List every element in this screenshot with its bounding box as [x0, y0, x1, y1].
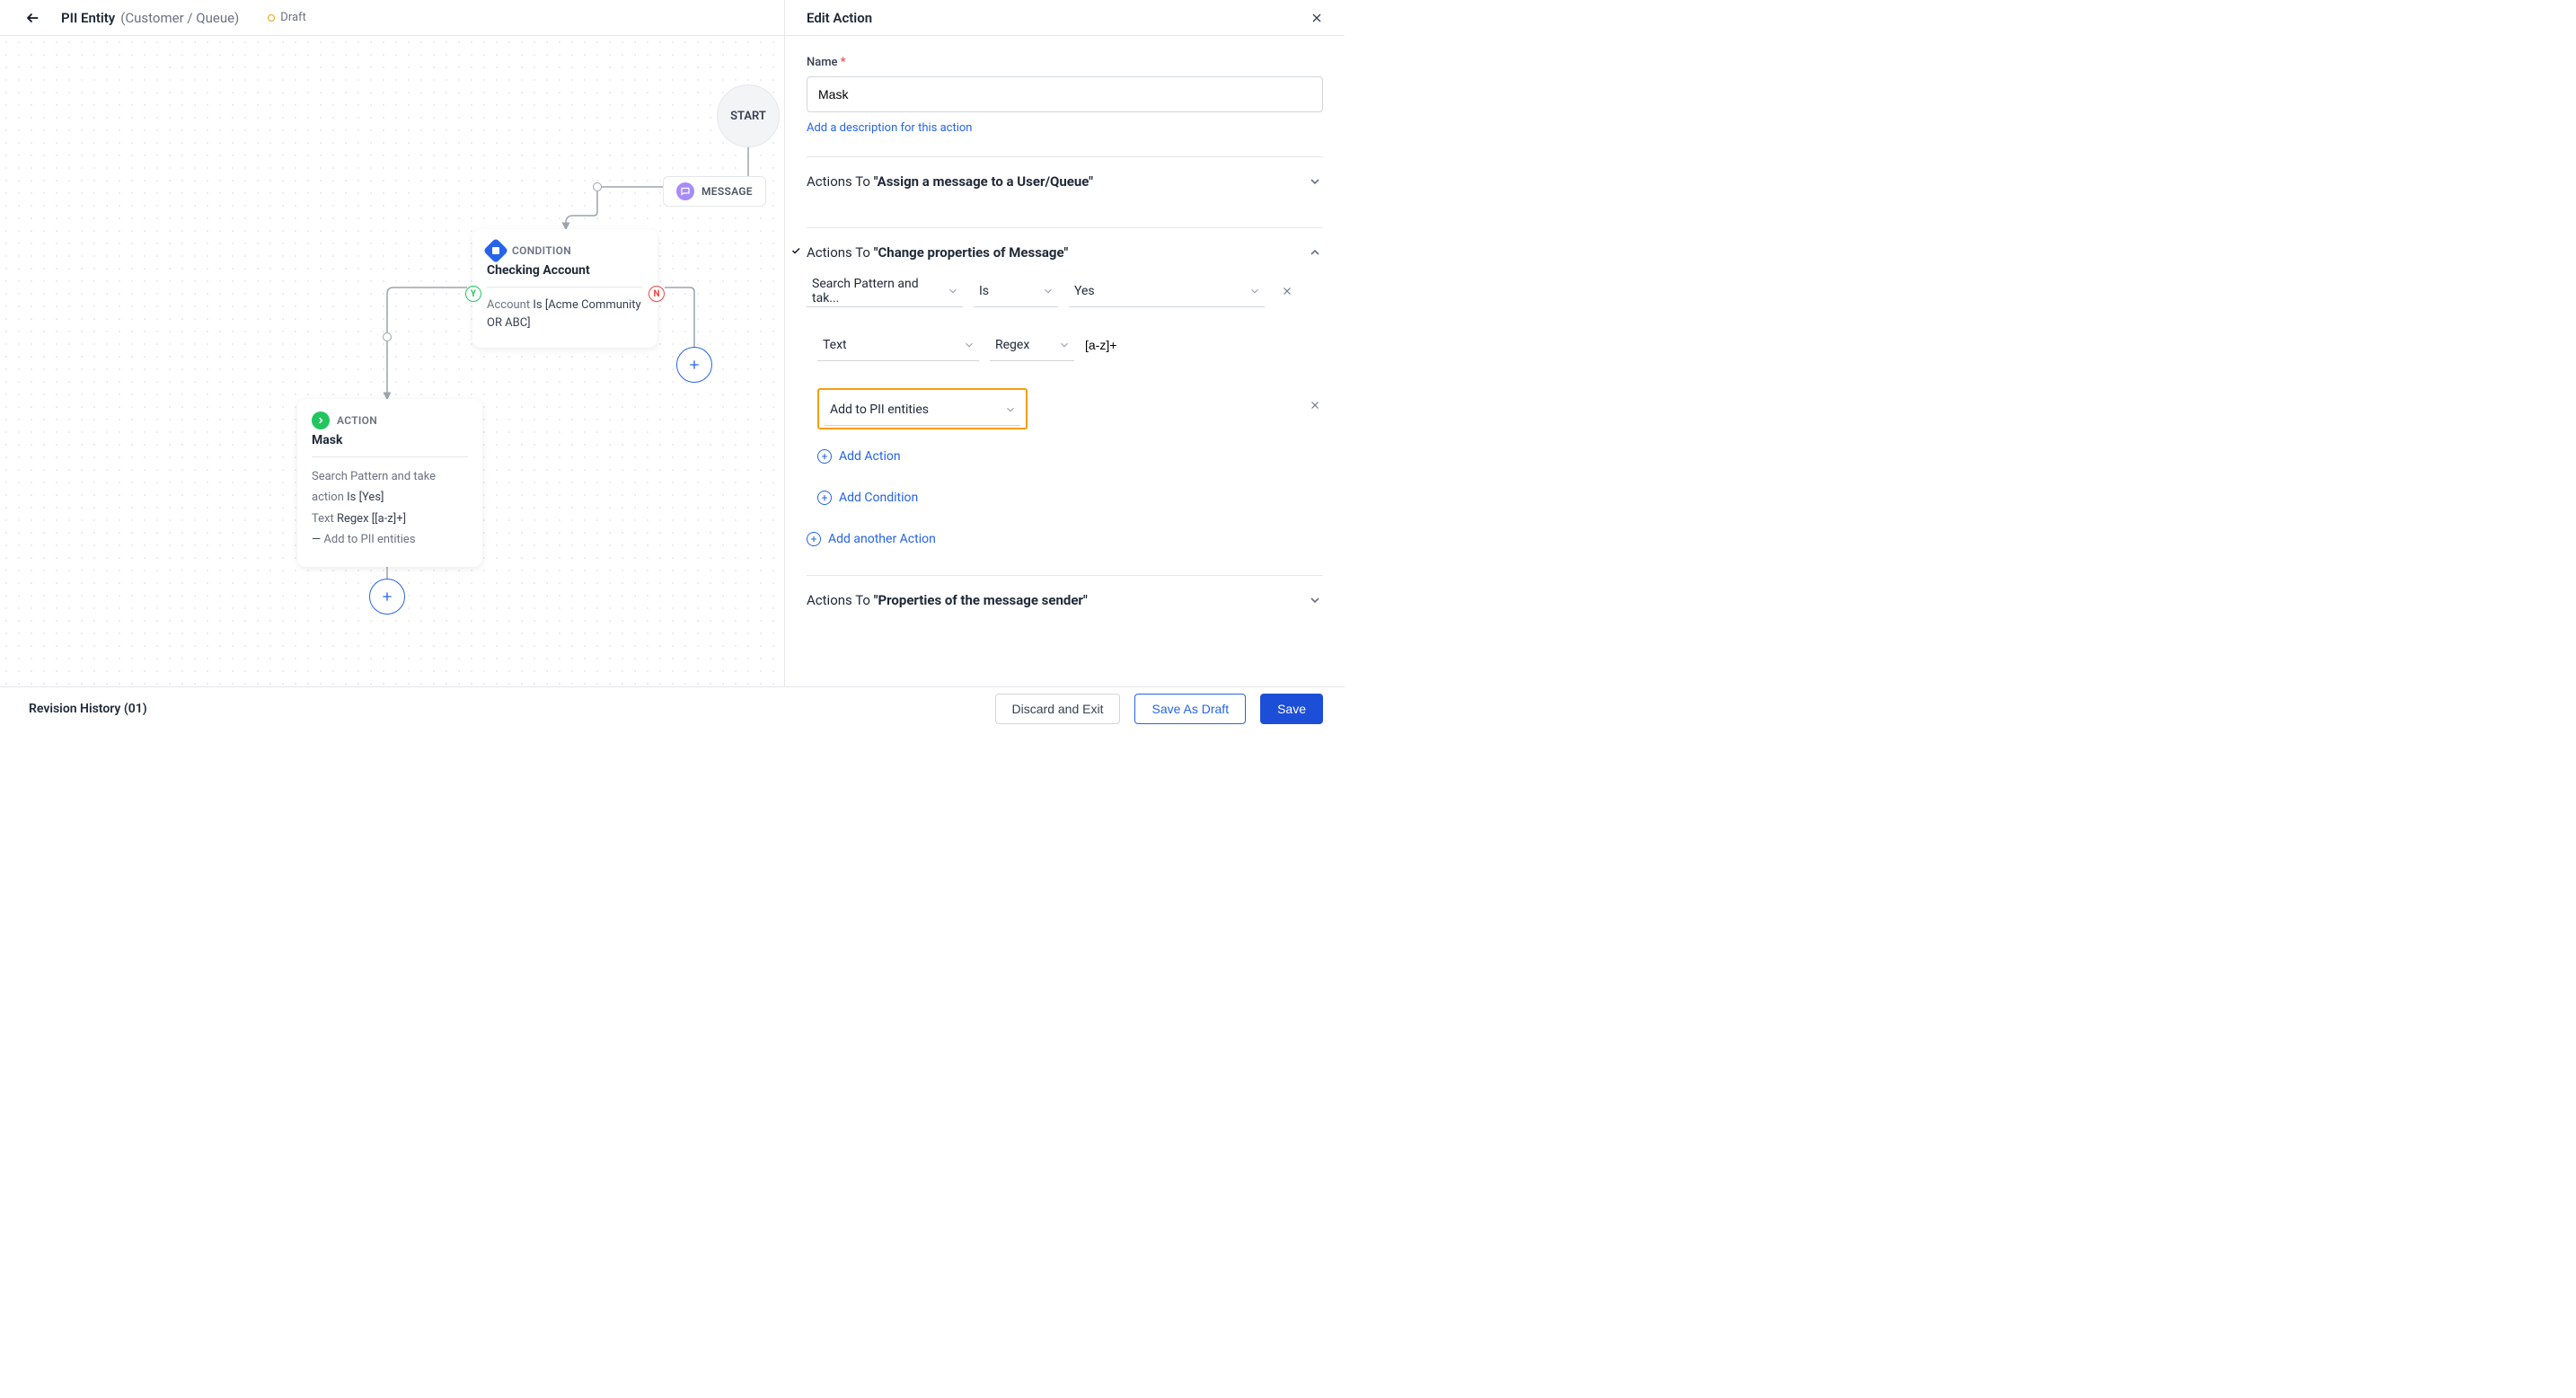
start-label: START	[730, 110, 766, 123]
remove-row-icon[interactable]	[1281, 285, 1295, 297]
name-label: Name *	[807, 56, 1323, 69]
panel-title: Edit Action	[807, 10, 872, 26]
condition-node[interactable]: CONDITION Checking Account Account Is [A…	[472, 229, 657, 348]
connector-dot	[593, 182, 602, 191]
save-draft-button[interactable]: Save As Draft	[1134, 694, 1246, 724]
check-icon	[790, 245, 801, 260]
condition-summary: Account Is [Acme Community OR ABC]	[487, 296, 643, 332]
value-select[interactable]: Yes	[1069, 275, 1265, 307]
condition-title: Checking Account	[487, 263, 643, 288]
status-dot-icon	[268, 14, 275, 22]
plus-circle-icon	[817, 449, 832, 464]
discard-button[interactable]: Discard and Exit	[995, 694, 1121, 724]
chevron-down-icon	[1307, 173, 1323, 190]
add-another-action-link[interactable]: Add another Action	[807, 532, 1323, 546]
add-node-button[interactable]	[676, 347, 712, 383]
action-title: Mask	[312, 433, 468, 457]
chevron-up-icon	[1307, 244, 1323, 261]
message-label: MESSAGE	[701, 185, 753, 198]
close-icon[interactable]	[1309, 10, 1325, 26]
workflow-canvas[interactable]: START MESSAGE CONDITION Checking Account…	[0, 36, 784, 686]
title-subtitle: (Customer / Queue)	[120, 10, 239, 26]
section-assign[interactable]: Actions To "Assign a message to a User/Q…	[807, 173, 1323, 190]
no-badge: N	[648, 286, 665, 302]
back-arrow-icon[interactable]	[23, 8, 43, 28]
add-description-link[interactable]: Add a description for this action	[807, 121, 972, 135]
condition-icon	[483, 238, 508, 263]
status-badge: Draft	[268, 11, 306, 24]
field-select[interactable]: Search Pattern and tak...	[807, 275, 963, 307]
connector-dot	[383, 332, 392, 341]
revision-history[interactable]: Revision History (01)	[29, 702, 147, 716]
message-node[interactable]: MESSAGE	[663, 176, 766, 207]
title-main: PII Entity	[61, 10, 115, 26]
action-type-label: ACTION	[337, 414, 377, 427]
value-input[interactable]	[1085, 338, 1323, 353]
start-node[interactable]: START	[717, 84, 780, 147]
page-title: PII Entity (Customer / Queue)	[61, 10, 239, 26]
chevron-down-icon	[1307, 592, 1323, 608]
add-action-link[interactable]: Add Action	[817, 449, 1323, 464]
save-button[interactable]: Save	[1260, 694, 1323, 724]
plus-circle-icon	[807, 532, 821, 546]
condition-type-label: CONDITION	[512, 244, 571, 257]
section-sender-properties[interactable]: Actions To "Properties of the message se…	[807, 592, 1323, 608]
remove-row-icon[interactable]	[1309, 399, 1323, 411]
yes-badge: Y	[465, 286, 481, 302]
action-node[interactable]: ACTION Mask Search Pattern and take acti…	[297, 399, 482, 567]
field-select[interactable]: Text	[817, 329, 979, 361]
action-icon	[312, 411, 330, 429]
message-icon	[676, 182, 694, 200]
plus-circle-icon	[817, 491, 832, 505]
name-input[interactable]	[807, 76, 1323, 112]
highlighted-select: Add to PII entities	[817, 388, 1028, 429]
operator-select[interactable]: Is	[974, 275, 1058, 307]
status-text: Draft	[280, 11, 306, 24]
operator-select[interactable]: Regex	[990, 329, 1074, 361]
pii-entity-select[interactable]: Add to PII entities	[825, 394, 1020, 426]
edit-action-panel: Edit Action Name * Add a description for…	[784, 0, 1345, 686]
add-condition-link[interactable]: Add Condition	[817, 491, 1323, 505]
section-change-properties[interactable]: Actions To "Change properties of Message…	[807, 244, 1323, 261]
action-summary: Search Pattern and take action Is [Yes] …	[312, 466, 468, 551]
add-node-button[interactable]	[369, 579, 405, 615]
